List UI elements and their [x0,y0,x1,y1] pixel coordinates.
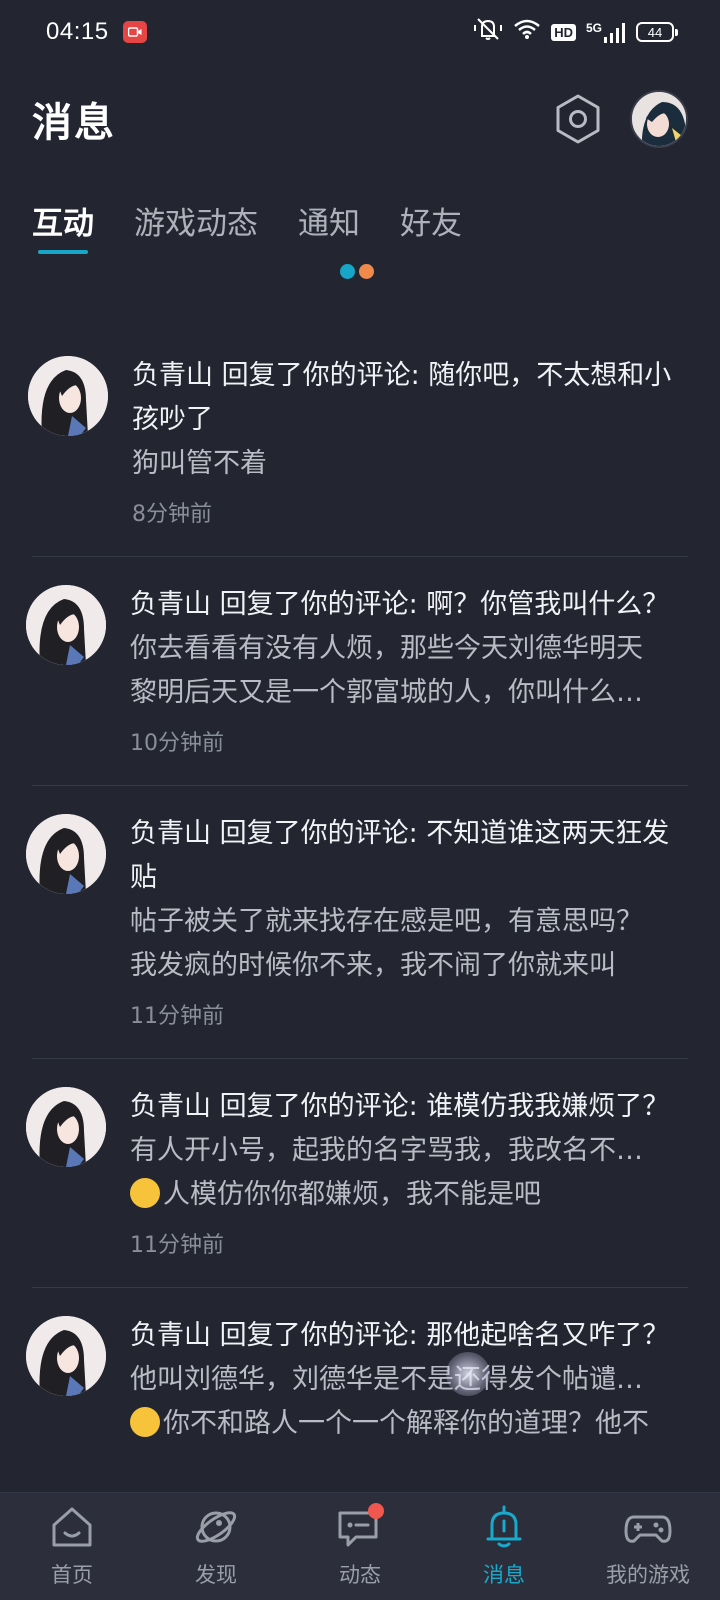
message-content: 他叫刘德华，刘德华是不是还得发个帖谴… [130,1364,643,1395]
tab-game-updates[interactable]: 游戏动态 [134,192,258,264]
battery-indicator: 44 [636,22,678,42]
nav-discover[interactable]: 发现 [144,1493,288,1600]
nav-feed[interactable]: 动态 [288,1493,432,1600]
tab-label: 游戏动态 [134,206,258,242]
indicator-dot-blue [340,264,355,279]
message-item[interactable]: 负青山 回复了你的评论: 那他起啥名又咋了？ 他叫刘德华，刘德华是不是还得发个帖… [0,1288,720,1446]
touch-indicator [446,1352,490,1396]
sweat-smile-emoji-icon [130,1178,160,1208]
message-item[interactable]: 负青山 回复了你的评论: 啊？你管我叫什么？ 你去看看有没有人烦，那些今天刘德华… [0,557,720,759]
nav-label: 我的游戏 [606,1563,690,1587]
hexagon-settings-icon [556,94,600,144]
tab-notifications[interactable]: 通知 [298,192,360,264]
nav-home[interactable]: 首页 [0,1493,144,1600]
settings-button[interactable] [552,93,604,145]
message-title: 负青山 回复了你的评论: 那他起啥名又咋了？ [130,1320,670,1351]
page-header: 消息 [0,82,720,156]
sender-avatar[interactable] [26,1316,106,1396]
bell-icon [480,1503,528,1551]
nav-label: 首页 [51,1563,93,1587]
message-content: 你去看看有没有人烦，那些今天刘德华明天 [130,633,643,664]
message-item[interactable]: 负青山 回复了你的评论: 随你吧，不太想和小孩吵了 狗叫管不着 8分钟前 [0,340,720,530]
message-content: 有人开小号，起我的名字骂我，我改名不… [130,1135,643,1166]
message-content: 你不和路人一个一个解释你的道理？他不 [163,1408,649,1439]
nav-label: 发现 [195,1563,237,1587]
chat-icon [336,1503,384,1551]
hd-badge: HD [551,23,576,41]
loading-indicator [340,264,374,279]
network-label: 5G [585,21,602,35]
wifi-icon [513,18,541,46]
signal-icon: 5G [586,21,626,43]
message-content-line: 人模仿你你都嫌烦，我不能是吧 [130,1173,688,1217]
indicator-dot-orange [359,264,374,279]
message-content: 黎明后天又是一个郭富城的人，你叫什么… [130,677,643,708]
message-title: 负青山 回复了你的评论: 不知道谁这两天狂发贴 [130,818,670,893]
screen-record-icon [122,21,147,43]
message-title: 负青山 回复了你的评论: 谁模仿我我嫌烦了？ [130,1091,670,1122]
tab-label: 互动 [32,206,94,242]
tab-friends[interactable]: 好友 [400,192,462,264]
nav-label: 动态 [339,1563,381,1587]
tab-interaction[interactable]: 互动 [32,192,94,264]
tab-label: 通知 [298,206,360,242]
message-title: 负青山 回复了你的评论: 随你吧，不太想和小孩吵了 [132,360,672,435]
message-content: 我发疯的时候你不来，我不闹了你就来叫 [130,950,616,981]
sender-avatar[interactable] [28,356,108,436]
planet-icon [192,1503,240,1551]
sender-avatar[interactable] [26,1087,106,1167]
message-item[interactable]: 负青山 回复了你的评论: 谁模仿我我嫌烦了？ 有人开小号，起我的名字骂我，我改名… [0,1059,720,1261]
message-content: 帖子被关了就来找存在感是吧，有意思吗？ [130,906,643,937]
tab-label: 好友 [400,206,462,242]
message-item[interactable]: 负青山 回复了你的评论: 不知道谁这两天狂发贴 帖子被关了就来找存在感是吧，有意… [0,786,720,1032]
mute-vibrate-icon [473,16,503,48]
message-time: 8分钟前 [132,502,212,527]
message-time: 11分钟前 [130,1233,224,1258]
message-time: 10分钟前 [130,731,224,756]
sender-avatar[interactable] [26,585,106,665]
sweat-smile-emoji-icon [130,1407,160,1437]
sender-avatar[interactable] [26,814,106,894]
message-content: 狗叫管不着 [132,448,267,479]
message-content-line: 你不和路人一个一个解释你的道理？他不 [130,1402,688,1446]
tab-active-underline [38,250,88,254]
message-list: 负青山 回复了你的评论: 随你吧，不太想和小孩吵了 狗叫管不着 8分钟前 负青山… [0,340,720,1446]
bottom-nav: 首页 发现 动态 消息 我的游戏 [0,1492,720,1600]
status-time: 04:15 [46,18,109,45]
unread-badge [368,1503,384,1519]
nav-my-games[interactable]: 我的游戏 [576,1493,720,1600]
status-bar: 04:15 HD 5G 44 [0,0,720,64]
page-title: 消息 [32,100,116,146]
nav-messages[interactable]: 消息 [432,1493,576,1600]
profile-avatar[interactable] [630,90,688,148]
message-content: 人模仿你你都嫌烦，我不能是吧 [163,1179,541,1210]
gamepad-icon [624,1503,672,1551]
message-time: 11分钟前 [130,1004,224,1029]
home-icon [48,1503,96,1551]
message-title: 负青山 回复了你的评论: 啊？你管我叫什么？ [130,589,670,620]
nav-label: 消息 [483,1563,525,1587]
